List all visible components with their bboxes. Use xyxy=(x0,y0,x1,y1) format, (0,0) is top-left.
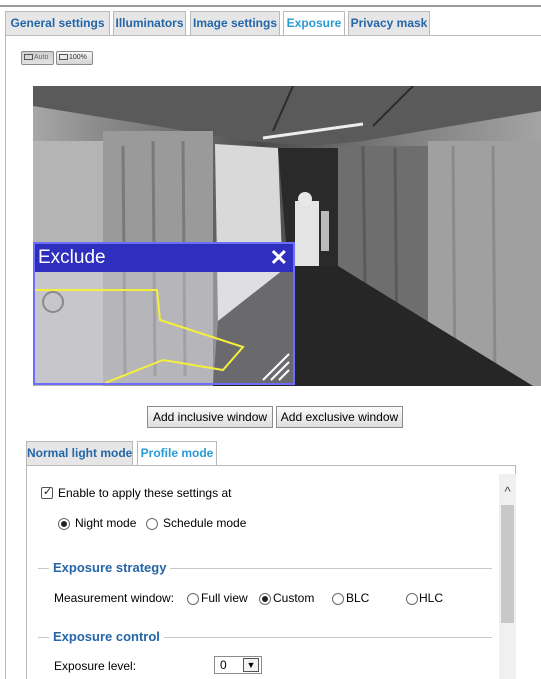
tab-general-settings[interactable]: General settings xyxy=(5,11,110,35)
top-rule xyxy=(0,5,541,7)
zoom-100-label: 100% xyxy=(69,54,87,61)
scroll-thumb[interactable] xyxy=(501,505,514,623)
chevron-up-icon[interactable]: ^ xyxy=(499,482,516,502)
auto-view-label: Auto xyxy=(34,54,49,61)
exposure-strategy-title: Exposure strategy xyxy=(49,560,171,575)
screen-icon xyxy=(24,54,33,60)
exposure-control-title: Exposure control xyxy=(49,629,164,644)
schedule-mode-label: Schedule mode xyxy=(163,516,247,530)
exclude-window[interactable]: Exclude ✕ xyxy=(33,242,295,385)
exclude-window-header[interactable]: Exclude ✕ xyxy=(35,244,293,272)
chevron-down-icon[interactable]: ▼ xyxy=(243,658,259,672)
hlc-label: HLC xyxy=(419,591,444,605)
add-inclusive-window-button[interactable]: Add inclusive window xyxy=(147,406,273,428)
enable-settings-checkbox[interactable]: ✓ xyxy=(41,486,53,499)
tab-normal-light-mode[interactable]: Normal light mode xyxy=(26,441,133,465)
exposure-level-select[interactable]: 0 ▼ xyxy=(214,656,262,674)
zoom-100-button[interactable]: 100% xyxy=(56,51,93,65)
schedule-mode-radio[interactable] xyxy=(146,518,158,530)
exposure-level-label: Exposure level: xyxy=(54,659,137,673)
night-mode-label: Night mode xyxy=(75,516,137,530)
auto-view-button[interactable]: Auto xyxy=(21,51,54,65)
custom-label: Custom xyxy=(273,591,315,605)
tab-privacy-mask[interactable]: Privacy mask xyxy=(348,11,430,35)
measurement-window-label: Measurement window: xyxy=(54,591,175,605)
add-exclusive-window-button[interactable]: Add exclusive window xyxy=(276,406,403,428)
full-view-label: Full view xyxy=(201,591,248,605)
tab-profile-mode[interactable]: Profile mode xyxy=(137,441,217,466)
screen-icon xyxy=(59,54,68,60)
tab-exposure[interactable]: Exposure xyxy=(283,11,345,36)
radio-dot xyxy=(61,521,67,527)
blc-label: BLC xyxy=(346,591,370,605)
exclude-window-title: Exclude xyxy=(38,247,106,268)
full-view-radio[interactable] xyxy=(187,593,199,605)
close-icon[interactable]: ✕ xyxy=(270,244,288,272)
check-icon: ✓ xyxy=(43,486,53,498)
tab-image-settings[interactable]: Image settings xyxy=(190,11,280,35)
radio-dot xyxy=(262,596,268,602)
enable-settings-label: Enable to apply these settings at xyxy=(58,486,232,500)
blc-radio[interactable] xyxy=(332,593,344,605)
exposure-level-value: 0 xyxy=(220,658,227,672)
tab-illuminators[interactable]: Illuminators xyxy=(113,11,186,35)
hlc-radio[interactable] xyxy=(406,593,418,605)
resize-handle-icon[interactable] xyxy=(262,353,290,381)
exclude-window-content xyxy=(35,289,290,383)
night-mode-radio[interactable] xyxy=(58,518,70,530)
custom-radio[interactable] xyxy=(259,593,271,605)
